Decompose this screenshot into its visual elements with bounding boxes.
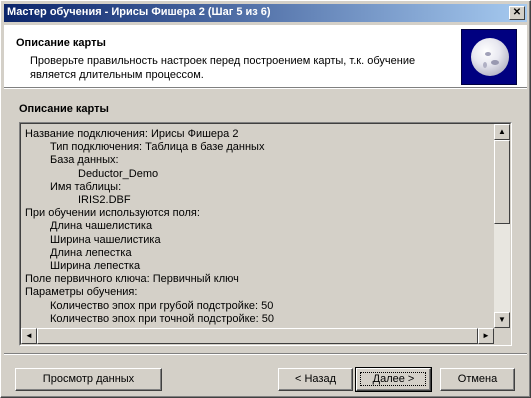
globe-sphere xyxy=(471,38,509,76)
window-title: Мастер обучения - Ирисы Фишера 2 (Шаг 5 … xyxy=(7,6,271,18)
description-line: Длина лепестка xyxy=(50,246,132,259)
vertical-scrollbar[interactable]: ▲ ▼ xyxy=(494,124,510,328)
back-label: < Назад xyxy=(295,373,336,385)
next-button[interactable]: Далее > xyxy=(355,367,432,392)
description-line: Количество эпох при грубой подстройке: 5… xyxy=(50,299,274,312)
scroll-corner xyxy=(494,328,510,344)
back-button[interactable]: < Назад xyxy=(278,368,353,391)
description-line: Параметры обучения: xyxy=(25,286,138,299)
globe-icon xyxy=(461,29,517,85)
title-bar[interactable]: Мастер обучения - Ирисы Фишера 2 (Шаг 5 … xyxy=(4,4,527,22)
description-line: Название подключения: Ирисы Фишера 2 xyxy=(25,128,239,140)
description-text: Название подключения: Ирисы Фишера 2 Тип … xyxy=(23,128,493,326)
header-divider xyxy=(4,88,527,89)
preview-data-label: Просмотр данных xyxy=(42,373,135,385)
description-line: Имя таблицы: xyxy=(50,180,122,193)
scroll-down-button[interactable]: ▼ xyxy=(494,312,510,328)
vertical-scroll-thumb[interactable] xyxy=(494,140,510,224)
next-label: Далее > xyxy=(372,373,415,385)
scroll-left-button[interactable]: ◄ xyxy=(21,328,37,344)
header-title: Описание карты xyxy=(16,37,106,49)
description-line: Длина чашелистика xyxy=(50,220,153,233)
description-line: Поле первичного ключа: Первичный ключ xyxy=(25,273,239,286)
close-button[interactable]: ✕ xyxy=(509,6,525,20)
wizard-window: Мастер обучения - Ирисы Фишера 2 (Шаг 5 … xyxy=(0,0,531,398)
description-listbox[interactable]: Название подключения: Ирисы Фишера 2 Тип … xyxy=(19,122,512,346)
preview-data-button[interactable]: Просмотр данных xyxy=(15,368,162,391)
description-line: Ширина лепестка xyxy=(50,260,141,272)
description-line: Тип подключения: Таблица в базе данных xyxy=(50,141,265,154)
scroll-up-button[interactable]: ▲ xyxy=(494,124,510,140)
horizontal-scroll-thumb[interactable] xyxy=(37,328,478,344)
description-line: Количество эпох при точной подстройке: 5… xyxy=(50,312,275,325)
footer-divider xyxy=(4,353,527,355)
horizontal-scrollbar[interactable]: ◄ ► xyxy=(21,328,494,344)
wizard-header: Описание карты Проверьте правильность на… xyxy=(4,25,527,88)
scroll-right-button[interactable]: ► xyxy=(478,328,494,344)
description-line: IRIS2.DBF xyxy=(78,194,131,206)
header-description: Проверьте правильность настроек перед по… xyxy=(30,55,416,81)
description-line: Ширина чашелистика xyxy=(50,233,161,246)
cancel-label: Отмена xyxy=(457,373,498,385)
cancel-button[interactable]: Отмена xyxy=(440,368,515,391)
description-line: При обучении используются поля: xyxy=(25,207,200,220)
description-line: Deductor_Demo xyxy=(78,167,159,180)
section-label: Описание карты xyxy=(19,103,109,115)
description-line: База данных: xyxy=(50,154,119,167)
